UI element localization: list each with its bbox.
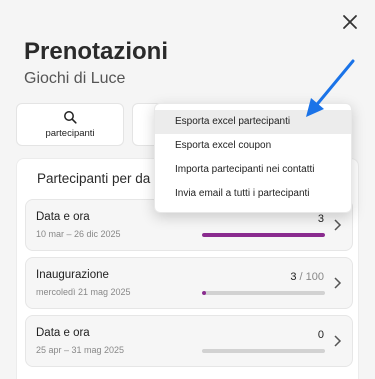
date-card-dates: 25 apr – 31 mag 2025 [36, 345, 125, 355]
annotation-arrow-icon [306, 59, 355, 117]
date-card-dates: 10 mar – 26 dic 2025 [36, 229, 121, 239]
date-card-count: 3 [318, 213, 324, 225]
count-value: 0 [317, 329, 324, 341]
date-card-count: 0 [318, 329, 324, 341]
close-icon[interactable] [340, 12, 360, 32]
date-card-title: Data e ora [36, 211, 90, 223]
progress-bar [202, 291, 325, 295]
menu-item-export-coupons[interactable]: Esporta excel coupon [155, 134, 351, 158]
date-card[interactable]: Data e ora 25 apr – 31 mag 2025 0 [25, 315, 353, 367]
bookings-panel: Prenotazioni Giochi di Luce partecipanti… [0, 0, 375, 379]
date-card-title: Data e ora [36, 327, 90, 339]
date-card[interactable]: Inaugurazione mercoledì 21 mag 2025 3 / … [25, 257, 353, 309]
date-card-count: 3 / 100 [290, 271, 324, 283]
date-card-title: Inaugurazione [36, 269, 109, 281]
progress-fill [202, 233, 325, 237]
search-icon [64, 111, 77, 124]
search-participants-label: partecipanti [45, 128, 95, 139]
chevron-right-icon [334, 277, 342, 289]
progress-bar [202, 233, 325, 237]
progress-bar [202, 349, 325, 353]
event-subtitle: Giochi di Luce [24, 70, 126, 87]
progress-fill [202, 291, 206, 295]
page-title: Prenotazioni [24, 38, 169, 65]
count-value: 3 [290, 271, 297, 283]
chevron-right-icon [334, 219, 342, 231]
chevron-right-icon [334, 335, 342, 347]
section-title: Partecipanti per da [37, 171, 151, 186]
search-participants-button[interactable]: partecipanti [16, 103, 124, 146]
count-total: / 100 [299, 271, 324, 283]
date-card-dates: mercoledì 21 mag 2025 [36, 287, 131, 297]
menu-item-import-contacts[interactable]: Importa partecipanti nei contatti [155, 158, 351, 182]
count-value: 3 [317, 213, 324, 225]
menu-item-email-all[interactable]: Invia email a tutti i partecipanti [155, 182, 351, 206]
